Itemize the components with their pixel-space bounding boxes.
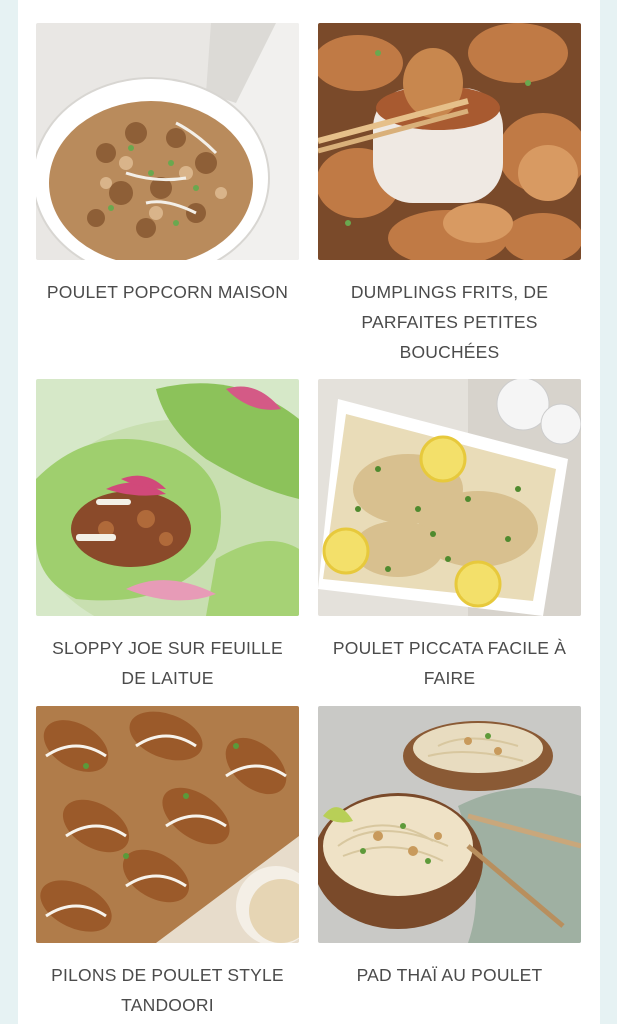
recipe-image-fried-dumplings[interactable] xyxy=(318,23,581,260)
recipe-image-tandoori-drumsticks[interactable] xyxy=(36,706,299,943)
recipe-card-chicken-piccata[interactable]: POULET PICCATA FACILE À FAIRE xyxy=(318,379,581,706)
recipe-title[interactable]: PILONS DE POULET STYLE TANDOORI xyxy=(40,960,295,1020)
recipe-grid: POULET POPCORN MAISON DUMPLINGS FRITS, D… xyxy=(36,23,582,1024)
recipe-card-sloppy-joe-lettuce[interactable]: SLOPPY JOE SUR FEUILLE DE LAITUE xyxy=(36,379,299,706)
recipe-image-pad-thai[interactable] xyxy=(318,706,581,943)
recipe-image-popcorn-chicken[interactable] xyxy=(36,23,299,260)
recipe-title[interactable]: DUMPLINGS FRITS, DE PARFAITES PETITES BO… xyxy=(322,277,577,367)
recipe-title[interactable]: SLOPPY JOE SUR FEUILLE DE LAITUE xyxy=(40,633,295,693)
recipe-title[interactable]: POULET POPCORN MAISON xyxy=(40,277,295,307)
recipe-card-tandoori-drumsticks[interactable]: PILONS DE POULET STYLE TANDOORI xyxy=(36,706,299,1024)
recipe-title[interactable]: PAD THAÏ AU POULET xyxy=(322,960,577,990)
recipe-card-popcorn-chicken[interactable]: POULET POPCORN MAISON xyxy=(36,23,299,379)
recipe-list-page: POULET POPCORN MAISON DUMPLINGS FRITS, D… xyxy=(18,0,600,1024)
recipe-image-sloppy-joe-lettuce[interactable] xyxy=(36,379,299,616)
recipe-card-fried-dumplings[interactable]: DUMPLINGS FRITS, DE PARFAITES PETITES BO… xyxy=(318,23,581,379)
recipe-image-chicken-piccata[interactable] xyxy=(318,379,581,616)
recipe-card-pad-thai[interactable]: PAD THAÏ AU POULET xyxy=(318,706,581,1024)
recipe-title[interactable]: POULET PICCATA FACILE À FAIRE xyxy=(322,633,577,693)
